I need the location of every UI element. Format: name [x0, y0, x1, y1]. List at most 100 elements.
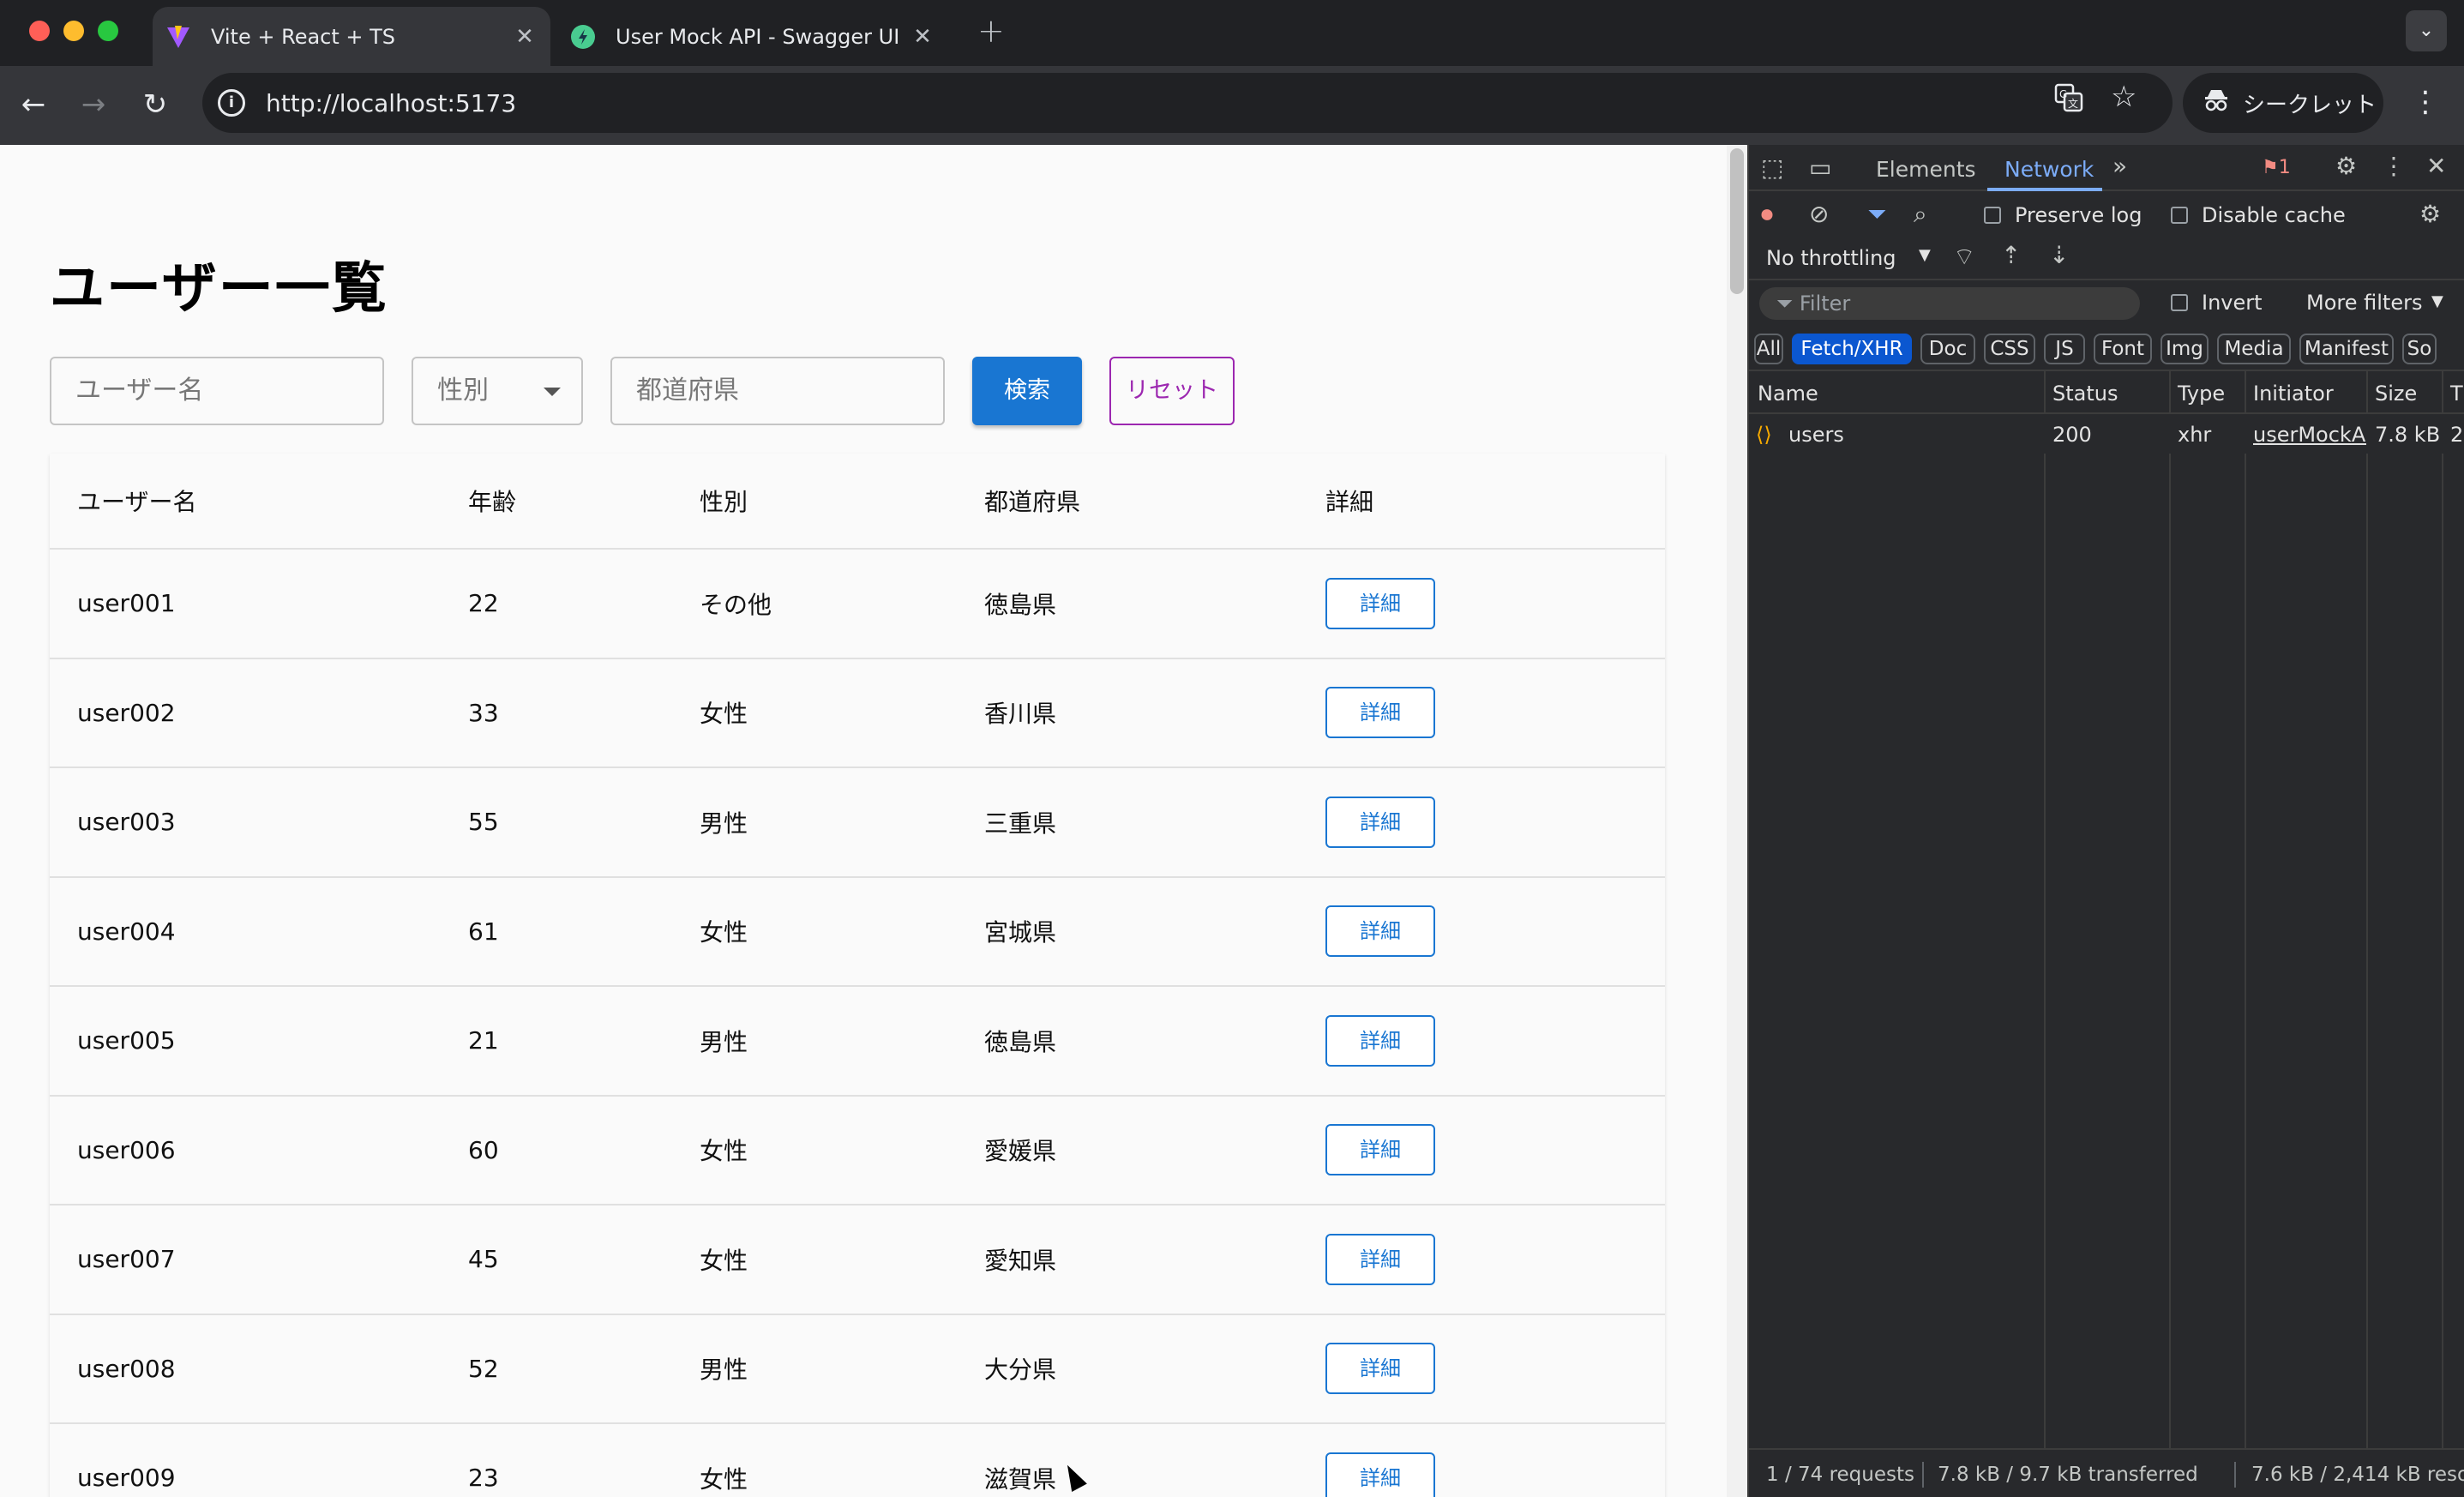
detail-button[interactable]: 詳細 — [1325, 1343, 1435, 1395]
tab-elements[interactable]: Elements — [1876, 157, 1976, 182]
filter-funnel-icon[interactable]: ⏷ — [1867, 200, 1886, 229]
col-size[interactable]: Size — [2375, 382, 2417, 406]
username-input[interactable]: ユーザー名 — [50, 357, 384, 425]
more-filters-dropdown[interactable]: More filters — [2306, 291, 2422, 315]
detail-button[interactable]: 詳細 — [1325, 1014, 1435, 1067]
invert-label: Invert — [2202, 291, 2263, 315]
type-filter-pill[interactable]: Media — [2217, 334, 2291, 364]
filter-input[interactable]: ⏷ Filter — [1759, 287, 2140, 320]
more-tabs-icon[interactable]: » — [2112, 152, 2127, 180]
cell-age: 21 — [468, 1026, 499, 1055]
detail-button[interactable]: 詳細 — [1325, 905, 1435, 958]
reset-button[interactable]: リセット — [1109, 357, 1235, 425]
browser-tab-vite[interactable]: Vite + React + TS ✕ — [153, 7, 550, 66]
filter-placeholder: Filter — [1799, 292, 1851, 316]
window-close-button[interactable] — [29, 21, 50, 41]
col-name[interactable]: Name — [1758, 382, 1818, 406]
browser-menu-icon[interactable]: ⋮ — [2411, 85, 2440, 119]
detail-button[interactable]: 詳細 — [1325, 1124, 1435, 1176]
user-table: ユーザー名 年齢 性別 都道府県 詳細 user001 22 その他 徳島県 詳細 use… — [50, 454, 1665, 1497]
col-type[interactable]: Type — [2178, 382, 2225, 406]
record-stop-icon[interactable]: ⏺ — [1761, 200, 1773, 229]
table-row: user001 22 その他 徳島県 詳細 — [50, 550, 1665, 659]
tab-close-icon[interactable]: ✕ — [508, 24, 542, 50]
prefecture-input[interactable]: 都道府県 — [610, 357, 945, 425]
new-tab-icon[interactable]: + — [977, 12, 1005, 50]
incognito-badge[interactable]: シークレット — [2183, 73, 2383, 133]
bookmark-star-icon[interactable]: ☆ — [2111, 80, 2136, 114]
type-filter-pill[interactable]: JS — [2044, 334, 2085, 364]
device-toolbar-icon[interactable]: ▭ — [1809, 153, 1831, 182]
address-bar[interactable]: i http://localhost:5173 — [202, 73, 2173, 133]
browser-toolbar: ← → ↻ i http://localhost:5173 G文 ☆ シークレッ… — [0, 66, 2464, 145]
throttling-select[interactable]: No throttling — [1766, 246, 1896, 270]
export-har-icon[interactable]: ⇣ — [2049, 241, 2069, 269]
issues-badge[interactable]: ⚑1 — [2262, 157, 2291, 178]
col-status[interactable]: Status — [2052, 382, 2118, 406]
column-divider — [2245, 371, 2246, 1448]
preserve-log-label: Preserve log — [2015, 203, 2142, 227]
settings-gear-icon[interactable]: ⚙ — [2335, 152, 2357, 180]
devtools-menu-icon[interactable]: ⋮ — [2382, 152, 2406, 180]
incognito-icon — [2203, 87, 2229, 119]
type-filter-pill[interactable]: CSS — [1984, 334, 2035, 364]
cell-prefecture: 宮城県 — [984, 918, 1057, 947]
back-icon[interactable]: ← — [14, 85, 53, 124]
throttling-caret-icon: ▼ — [1919, 246, 1931, 264]
close-devtools-icon[interactable]: ✕ — [2426, 152, 2446, 180]
reload-icon[interactable]: ↻ — [135, 85, 175, 124]
detail-button[interactable]: 詳細 — [1325, 577, 1435, 629]
detail-button[interactable]: 詳細 — [1325, 796, 1435, 848]
forward-icon[interactable]: → — [74, 85, 113, 124]
type-filter-pill[interactable]: All — [1754, 334, 1783, 364]
request-initiator-link[interactable]: userMockAI — [2253, 423, 2366, 447]
type-filter-pill[interactable]: So — [2402, 334, 2437, 364]
cell-username: user008 — [77, 1354, 176, 1383]
clear-icon[interactable]: ⊘ — [1809, 200, 1829, 228]
window-minimize-button[interactable] — [63, 21, 84, 41]
translate-icon[interactable]: G文 — [2054, 83, 2083, 119]
swagger-logo-icon — [569, 23, 597, 51]
type-filter-pill[interactable]: Img — [2161, 334, 2209, 364]
network-settings-icon[interactable]: ⚙ — [2419, 200, 2441, 228]
search-button[interactable]: 検索 — [972, 357, 1082, 425]
page-scrollbar-thumb[interactable] — [1730, 148, 1744, 294]
devtools-panel: ⬚ ▭ Elements Network » ⚑1 ⚙ ⋮ ✕ ⏺ ⊘ ⏷ ⌕ … — [1747, 145, 2464, 1497]
cell-age: 61 — [468, 917, 499, 946]
gender-select[interactable]: 性別 — [412, 357, 583, 425]
detail-button[interactable]: 詳細 — [1325, 1452, 1435, 1497]
cell-detail: 詳細 — [1325, 1424, 1435, 1497]
search-icon[interactable]: ⌕ — [1914, 200, 1927, 229]
cell-gender: その他 — [700, 590, 772, 619]
import-har-icon[interactable]: ⇡ — [2001, 241, 2021, 269]
filter-row: ⏷ Filter Invert More filters ▼ — [1749, 280, 2464, 325]
type-filter-pill[interactable]: Doc — [1920, 334, 1975, 364]
disable-cache-checkbox[interactable] — [2171, 207, 2188, 224]
detail-button[interactable]: 詳細 — [1325, 687, 1435, 739]
tab-search-icon[interactable]: ⌄ — [2406, 10, 2447, 51]
tab-close-icon[interactable]: ✕ — [905, 24, 940, 50]
col-initiator[interactable]: Initiator — [2253, 382, 2334, 406]
browser-tab-swagger[interactable]: User Mock API - Swagger UI ✕ — [557, 7, 948, 66]
preserve-log-checkbox[interactable] — [1984, 207, 2001, 224]
network-conditions-icon[interactable]: ⌔ — [1953, 243, 1975, 273]
cell-username: user005 — [77, 1026, 176, 1055]
col-time[interactable]: T — [2450, 382, 2463, 406]
header-detail: 詳細 — [1325, 488, 1374, 516]
type-filter-pill[interactable]: Font — [2094, 334, 2152, 364]
inspect-element-icon[interactable]: ⬚ — [1761, 153, 1783, 182]
site-info-icon[interactable]: i — [218, 89, 245, 117]
cell-gender: 男性 — [700, 1027, 748, 1056]
invert-checkbox[interactable] — [2171, 294, 2188, 311]
cell-gender: 男性 — [700, 809, 748, 838]
type-filter-pill[interactable]: Manifest — [2299, 334, 2394, 364]
tab-network[interactable]: Network — [2004, 157, 2094, 182]
request-row[interactable]: ⟨⟩ users 200 xhr userMockAI 7.8 kB 2. — [1749, 414, 2464, 454]
column-divider — [2169, 371, 2171, 1448]
cell-detail: 詳細 — [1325, 659, 1435, 767]
page-scrollbar[interactable] — [1727, 145, 1747, 1497]
type-filter-pill[interactable]: Fetch/XHR — [1792, 334, 1912, 364]
detail-button[interactable]: 詳細 — [1325, 1233, 1435, 1285]
table-row: user009 23 女性 滋賀県 詳細 — [50, 1424, 1665, 1497]
window-maximize-button[interactable] — [98, 21, 118, 41]
